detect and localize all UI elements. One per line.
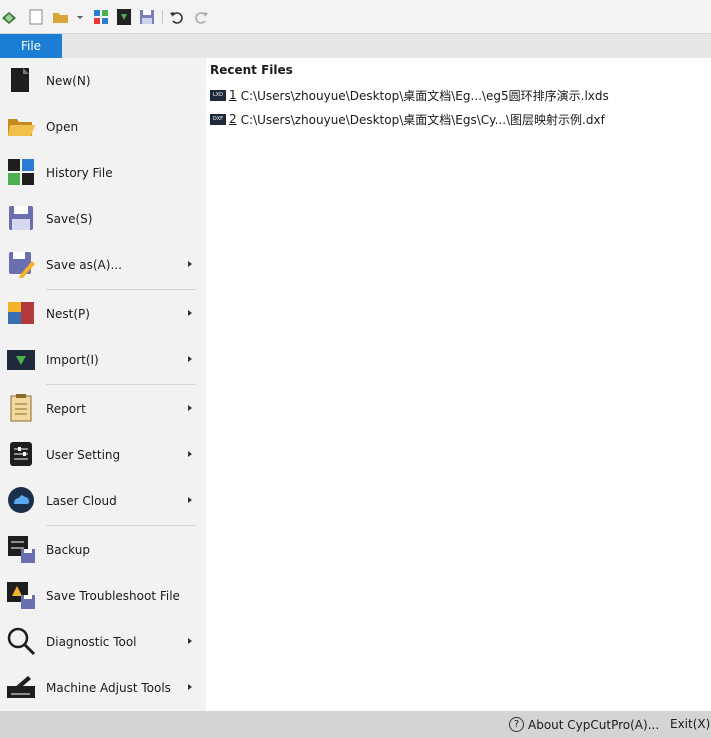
open-folder-icon	[6, 111, 36, 141]
recent-file-item[interactable]: LXD 1 C:\Users\zhouyue\Desktop\桌面文档\Eg..…	[210, 86, 609, 104]
app-logo-icon[interactable]	[0, 8, 18, 26]
menu-item-save[interactable]: Save(S)	[0, 196, 206, 242]
ribbon-tab-bar: File	[0, 34, 711, 58]
menu-item-nest[interactable]: Nest(P)	[0, 291, 206, 337]
menu-item-laser-cloud[interactable]: Laser Cloud	[0, 478, 206, 524]
menu-separator	[46, 525, 196, 526]
layout-grid-icon[interactable]	[92, 8, 110, 26]
submenu-arrow-icon	[188, 310, 192, 316]
menu-item-label: Nest(P)	[46, 307, 90, 321]
dxf-file-icon: DXF	[210, 113, 226, 125]
menu-item-save-troubleshoot-file[interactable]: Save Troubleshoot File	[0, 573, 206, 619]
menu-item-new[interactable]: New(N)	[0, 58, 206, 104]
submenu-arrow-icon	[188, 684, 192, 690]
backup-icon	[6, 534, 36, 564]
recent-file-path: C:\Users\zhouyue\Desktop\桌面文档\Eg...\eg5圆…	[240, 88, 609, 103]
menu-item-label: Import(I)	[46, 353, 99, 367]
lxd-file-icon: LXD	[210, 89, 226, 101]
submenu-arrow-icon	[188, 405, 192, 411]
file-menu: New(N) Open History File Save(S) Save as…	[0, 58, 206, 711]
report-icon	[6, 393, 36, 423]
menu-item-label: Machine Adjust Tools	[46, 681, 171, 695]
about-label: About CypCutPro(A)...	[528, 717, 660, 732]
menu-item-label: Save(S)	[46, 212, 93, 226]
menu-item-label: Diagnostic Tool	[46, 635, 137, 649]
open-folder-icon[interactable]	[52, 8, 70, 26]
toolbar-separator	[162, 10, 163, 24]
menu-item-label: History File	[46, 166, 113, 180]
menu-item-diagnostic-tool[interactable]: Diagnostic Tool	[0, 619, 206, 665]
troubleshoot-file-icon	[6, 580, 36, 610]
recent-file-number: 1	[229, 88, 237, 102]
import-icon[interactable]	[115, 8, 133, 26]
new-file-icon	[6, 65, 36, 95]
menu-item-label: Save as(A)...	[46, 258, 122, 272]
menu-item-save-as[interactable]: Save as(A)...	[0, 242, 206, 288]
exit-button[interactable]: Exit(X)	[670, 717, 710, 731]
help-circle-icon: ?	[509, 717, 524, 732]
tab-file[interactable]: File	[0, 34, 62, 58]
dropdown-arrow-icon[interactable]	[74, 8, 86, 26]
save-as-icon	[6, 249, 36, 279]
menu-item-user-setting[interactable]: User Setting	[0, 432, 206, 478]
menu-item-machine-adjust-tools[interactable]: Machine Adjust Tools	[0, 665, 206, 711]
save-icon[interactable]	[138, 8, 156, 26]
machine-adjust-icon	[6, 672, 36, 702]
about-button[interactable]: ? About CypCutPro(A)...	[509, 716, 659, 733]
import-icon	[6, 344, 36, 374]
menu-separator	[46, 289, 196, 290]
undo-icon[interactable]	[168, 8, 186, 26]
recent-files-title: Recent Files	[210, 63, 293, 77]
status-bar: ? About CypCutPro(A)... Exit(X)	[0, 711, 711, 738]
diagnostic-tool-icon	[6, 626, 36, 656]
redo-icon[interactable]	[192, 8, 210, 26]
menu-item-import[interactable]: Import(I)	[0, 337, 206, 383]
recent-file-path: C:\Users\zhouyue\Desktop\桌面文档\Egs\Cy...\…	[240, 112, 605, 127]
menu-separator	[46, 384, 196, 385]
submenu-arrow-icon	[188, 497, 192, 503]
menu-item-label: Open	[46, 120, 79, 134]
menu-item-backup[interactable]: Backup	[0, 527, 206, 573]
submenu-arrow-icon	[188, 261, 192, 267]
submenu-arrow-icon	[188, 638, 192, 644]
menu-item-label: Backup	[46, 543, 90, 557]
menu-item-label: New(N)	[46, 74, 91, 88]
submenu-arrow-icon	[188, 356, 192, 362]
save-icon	[6, 203, 36, 233]
menu-item-report[interactable]: Report	[0, 386, 206, 432]
submenu-arrow-icon	[188, 451, 192, 457]
menu-item-label: Report	[46, 402, 86, 416]
quick-access-toolbar	[0, 0, 711, 34]
user-setting-icon	[6, 439, 36, 469]
history-file-icon	[6, 157, 36, 187]
nest-icon	[6, 298, 36, 328]
menu-item-label: Laser Cloud	[46, 494, 117, 508]
recent-files-panel: Recent Files LXD 1 C:\Users\zhouyue\Desk…	[206, 58, 711, 711]
menu-item-label: Save Troubleshoot File	[46, 589, 180, 603]
laser-cloud-icon	[6, 485, 36, 515]
recent-file-item[interactable]: DXF 2 C:\Users\zhouyue\Desktop\桌面文档\Egs\…	[210, 110, 605, 128]
new-document-icon[interactable]	[27, 8, 45, 26]
recent-file-number: 2	[229, 112, 237, 126]
menu-item-history-file[interactable]: History File	[0, 150, 206, 196]
menu-item-open[interactable]: Open	[0, 104, 206, 150]
menu-item-label: User Setting	[46, 448, 121, 462]
